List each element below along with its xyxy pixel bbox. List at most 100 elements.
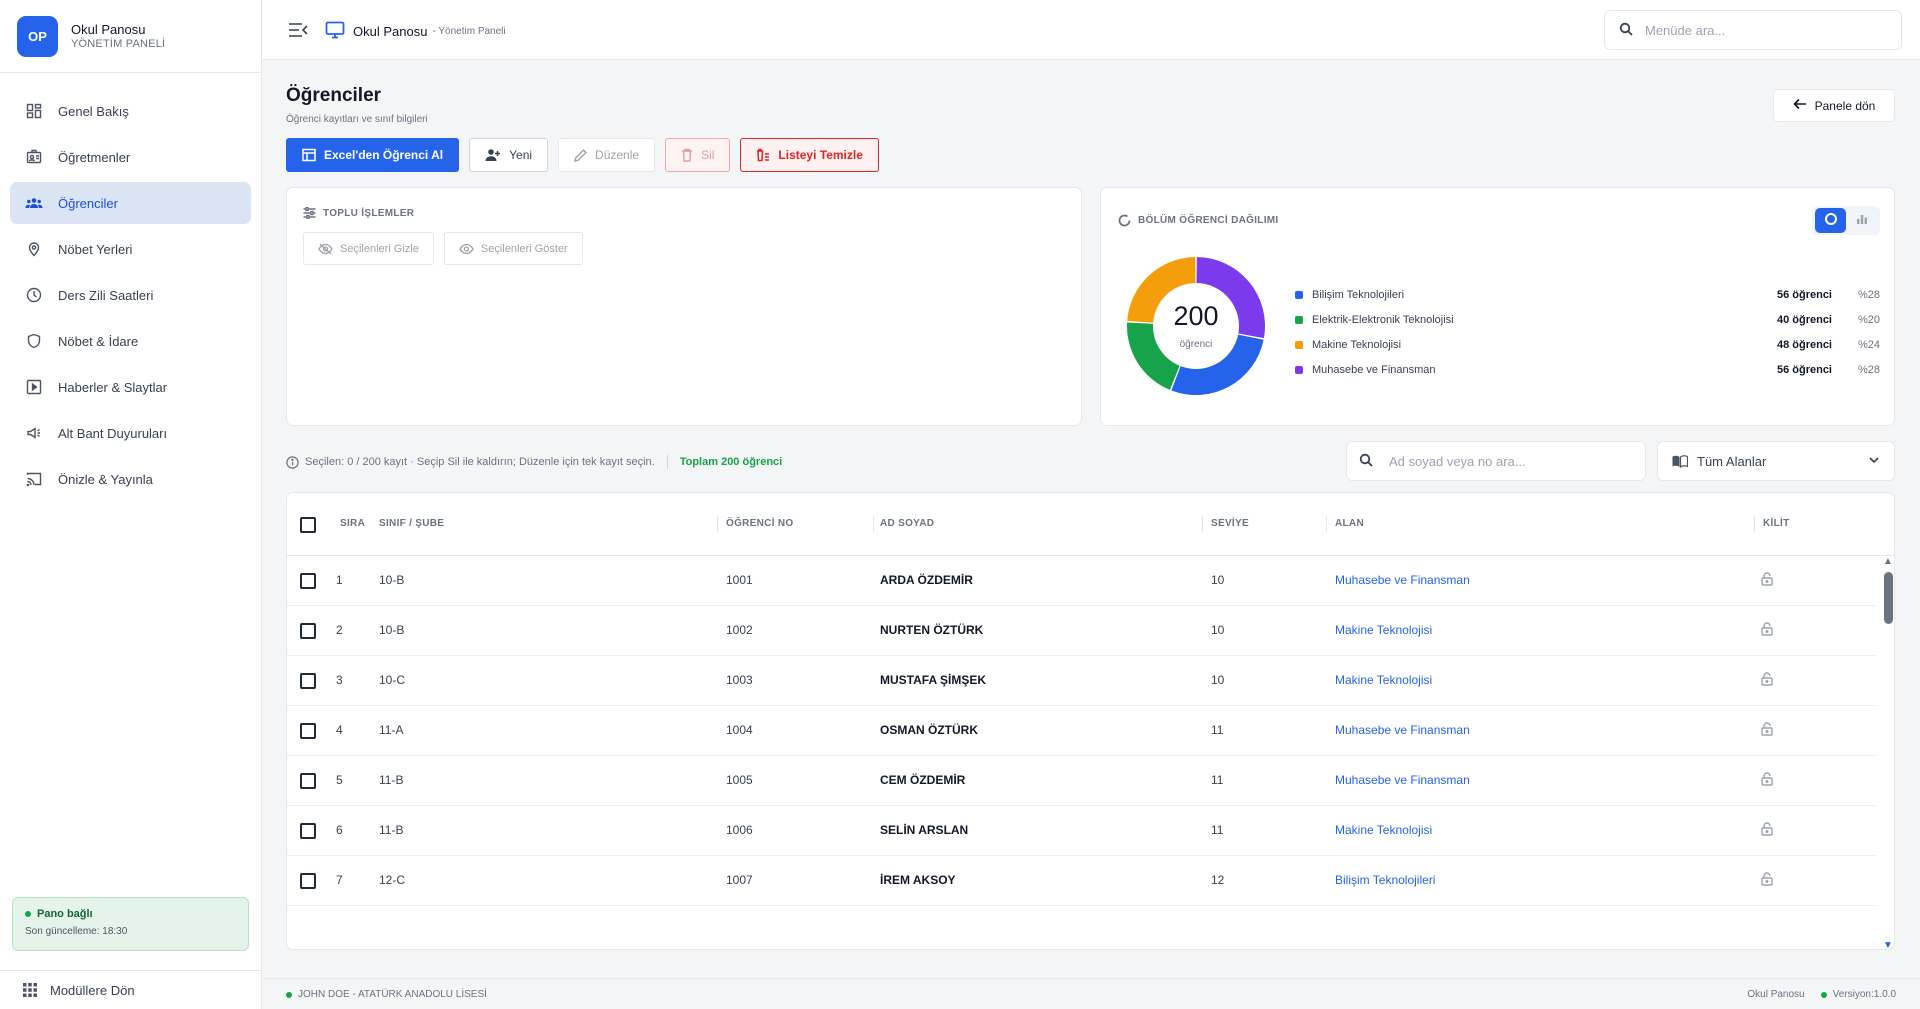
info-separator bbox=[666, 455, 668, 469]
distribution-heading: BÖLÜM ÖĞRENCİ DAĞILIMI bbox=[1118, 214, 1278, 227]
cell-ad-soyad: CEM ÖZDEMİR bbox=[880, 773, 966, 787]
col-separator bbox=[1202, 515, 1203, 533]
brand-title: Okul Panosu bbox=[71, 22, 146, 37]
row-checkbox[interactable] bbox=[300, 723, 316, 739]
sidebar-item-genel-bakis[interactable]: Genel Bakış bbox=[10, 90, 251, 132]
col-header-kilit[interactable]: KİLİT bbox=[1763, 518, 1790, 529]
legend-percent: %28 bbox=[1857, 288, 1880, 301]
table-row[interactable]: 5 11-B 1005 CEM ÖZDEMİR 11 Muhasebe ve Finans… bbox=[287, 756, 1877, 806]
donut-view-button[interactable] bbox=[1815, 208, 1846, 233]
footer-user-label: JOHN DOE - ATATÜRK ANADOLU LİSESİ bbox=[298, 989, 487, 1000]
row-checkbox[interactable] bbox=[300, 573, 316, 589]
cast-icon bbox=[24, 469, 44, 489]
cell-sira: 1 bbox=[336, 573, 343, 587]
sidebar-item-nobet-idare[interactable]: Nöbet & İdare bbox=[10, 320, 251, 362]
online-dot bbox=[286, 991, 292, 998]
menu-collapse-icon[interactable] bbox=[287, 20, 309, 40]
sidebar-item-ders-zili[interactable]: Ders Zili Saatleri bbox=[10, 274, 251, 316]
cell-alan[interactable]: Makine Teknolojisi bbox=[1335, 623, 1432, 637]
sidebar-item-label: Öğrenciler bbox=[58, 195, 118, 211]
edit-button[interactable]: Düzenle bbox=[558, 138, 656, 172]
col-header-ad-soyad[interactable]: AD SOYAD bbox=[880, 518, 934, 529]
table-scrollbar[interactable]: ▲ ▼ bbox=[1881, 556, 1894, 949]
legend-percent: %28 bbox=[1857, 363, 1880, 376]
sidebar-item-nobet-yerleri[interactable]: Nöbet Yerleri bbox=[10, 228, 251, 270]
scroll-down-icon[interactable]: ▼ bbox=[1883, 940, 1893, 949]
table-row[interactable]: 4 11-A 1004 OSMAN ÖZTÜRK 11 Muhasebe ve Finan… bbox=[287, 706, 1877, 756]
status-title: Pano bağlı bbox=[37, 908, 93, 920]
table-row[interactable]: 1 10-B 1001 ARDA ÖZDEMİR 10 Muhasebe ve Finan… bbox=[287, 556, 1877, 606]
show-selected-label: Seçilenleri Göster bbox=[480, 242, 568, 255]
donut-total-unit: öğrenci bbox=[1180, 339, 1213, 350]
lock-icon[interactable] bbox=[1761, 772, 1773, 789]
select-all-checkbox[interactable] bbox=[300, 517, 316, 533]
student-search-input[interactable] bbox=[1389, 453, 1629, 469]
dashboard-icon bbox=[24, 101, 44, 121]
cell-ogrenci-no: 1003 bbox=[726, 673, 753, 687]
delete-label: Sil bbox=[701, 148, 715, 162]
cell-alan[interactable]: Makine Teknolojisi bbox=[1335, 673, 1432, 687]
row-checkbox[interactable] bbox=[300, 623, 316, 639]
sidebar-item-ogrenciler[interactable]: Öğrenciler bbox=[10, 182, 251, 224]
row-checkbox[interactable] bbox=[300, 773, 316, 789]
row-checkbox[interactable] bbox=[300, 823, 316, 839]
legend-item: Elektrik-Elektronik Teknolojisi 40 öğren… bbox=[1295, 307, 1880, 332]
clock-icon bbox=[24, 285, 44, 305]
bar-view-button[interactable] bbox=[1846, 208, 1877, 233]
table-row[interactable]: 2 10-B 1002 NURTEN ÖZTÜRK 10 Makine Teknoloji… bbox=[287, 606, 1877, 656]
lock-icon[interactable] bbox=[1761, 722, 1773, 739]
topbar: Okul Panosu - Yönetim Paneli bbox=[262, 0, 1920, 60]
sidebar-item-ogretmenler[interactable]: Öğretmenler bbox=[10, 136, 251, 178]
cell-alan[interactable]: Muhasebe ve Finansman bbox=[1335, 573, 1470, 587]
students-icon bbox=[24, 193, 44, 213]
cell-alan[interactable]: Bilişim Teknolojileri bbox=[1335, 873, 1435, 887]
trash-icon bbox=[681, 148, 693, 162]
legend-swatch bbox=[1295, 340, 1303, 349]
row-checkbox[interactable] bbox=[300, 873, 316, 889]
clear-list-button[interactable]: Listeyi Temizle bbox=[740, 138, 879, 172]
col-header-alan[interactable]: ALAN bbox=[1335, 518, 1364, 529]
bar-chart-icon bbox=[1856, 213, 1868, 228]
scroll-up-icon[interactable]: ▲ bbox=[1883, 556, 1893, 567]
col-header-sira[interactable]: SIRA bbox=[340, 518, 365, 529]
cell-ad-soyad: MUSTAFA ŞİMŞEK bbox=[880, 673, 987, 687]
new-student-button[interactable]: Yeni bbox=[469, 138, 549, 172]
sidebar-item-onizle[interactable]: Önizle & Yayınla bbox=[10, 458, 251, 500]
sidebar-item-label: Alt Bant Duyuruları bbox=[58, 425, 168, 441]
hide-selected-button[interactable]: Seçilenleri Gizle bbox=[303, 232, 434, 265]
menu-search-input[interactable] bbox=[1645, 22, 1865, 38]
book-icon bbox=[1672, 454, 1688, 468]
lock-icon[interactable] bbox=[1761, 872, 1773, 889]
modules-back-button[interactable]: Modüllere Dön bbox=[0, 970, 262, 1009]
cell-alan[interactable]: Makine Teknolojisi bbox=[1335, 823, 1432, 837]
back-to-panel-button[interactable]: Panele dön bbox=[1773, 89, 1895, 122]
department-distribution-card: BÖLÜM ÖĞRENCİ DAĞILIMI 200 öğrenci Biliş… bbox=[1100, 187, 1895, 426]
lock-icon[interactable] bbox=[1761, 672, 1773, 689]
col-header-sinif[interactable]: SINIF / ŞUBE bbox=[379, 518, 444, 529]
col-header-ogrenci-no[interactable]: ÖĞRENCİ NO bbox=[726, 518, 793, 529]
import-excel-button[interactable]: Excel'den Öğrenci Al bbox=[286, 138, 460, 172]
donut-icon bbox=[1824, 212, 1838, 229]
table-row[interactable]: 6 11-B 1006 SELİN ARSLAN 11 Makine Teknolojis… bbox=[287, 806, 1877, 856]
cell-alan[interactable]: Muhasebe ve Finansman bbox=[1335, 723, 1470, 737]
donut-slice[interactable] bbox=[1127, 322, 1180, 390]
row-checkbox[interactable] bbox=[300, 673, 316, 689]
lock-icon[interactable] bbox=[1761, 622, 1773, 639]
lock-icon[interactable] bbox=[1761, 822, 1773, 839]
cell-sinif: 10-B bbox=[379, 623, 405, 637]
table-row[interactable]: 3 10-C 1003 MUSTAFA ŞİMŞEK 10 Makine Teknoloj… bbox=[287, 656, 1877, 706]
area-filter-select[interactable]: Tüm Alanlar bbox=[1657, 441, 1895, 481]
sidebar-item-alt-bant[interactable]: Alt Bant Duyuruları bbox=[10, 412, 251, 454]
col-header-seviye[interactable]: SEVİYE bbox=[1211, 518, 1249, 529]
action-toolbar: Excel'den Öğrenci Al Yeni Düzenle Sil Li… bbox=[286, 138, 889, 172]
table-row[interactable]: 7 12-C 1007 İREM AKSOY 12 Bilişim Teknolojile… bbox=[287, 856, 1877, 906]
loading-ring-icon bbox=[1118, 214, 1131, 227]
delete-button[interactable]: Sil bbox=[665, 138, 731, 172]
sidebar-item-haberler[interactable]: Haberler & Slaytlar bbox=[10, 366, 251, 408]
show-selected-button[interactable]: Seçilenleri Göster bbox=[443, 232, 583, 265]
cell-ad-soyad: SELİN ARSLAN bbox=[880, 823, 969, 837]
col-separator bbox=[1754, 515, 1755, 533]
cell-alan[interactable]: Muhasebe ve Finansman bbox=[1335, 773, 1470, 787]
scroll-thumb[interactable] bbox=[1884, 572, 1893, 624]
lock-icon[interactable] bbox=[1761, 572, 1773, 589]
